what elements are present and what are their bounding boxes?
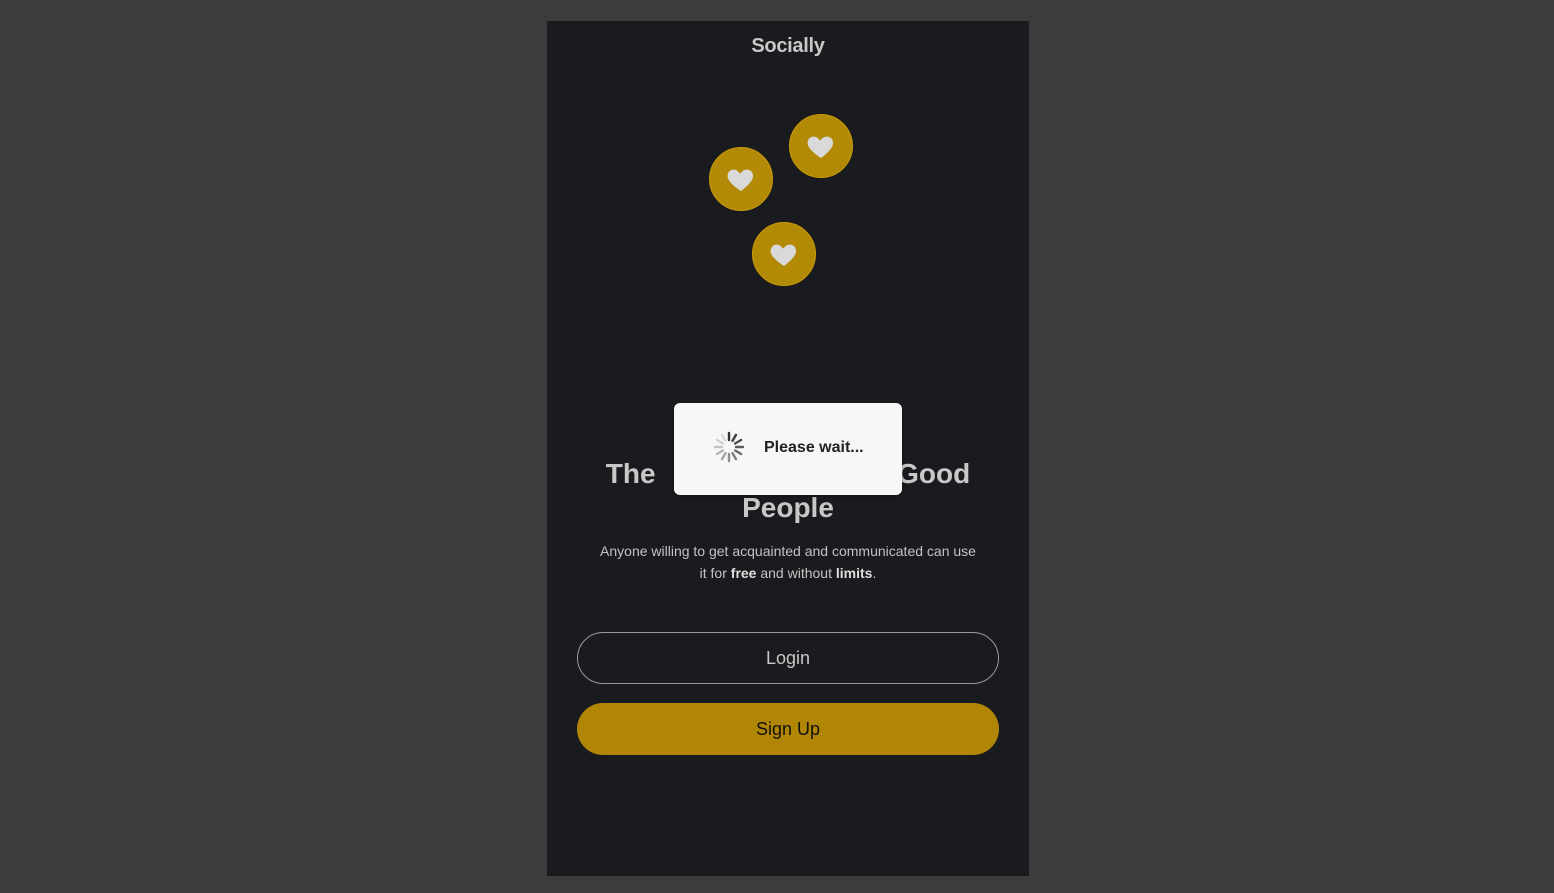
heart-icon: [727, 169, 754, 191]
loading-dialog: Please wait...: [674, 403, 902, 495]
heart-bubble: [752, 222, 816, 286]
headline-end: Good: [897, 458, 971, 489]
subtitle-free: free: [730, 565, 757, 581]
login-button-label: Login: [765, 647, 811, 668]
heart-bubble: [789, 114, 853, 178]
subtitle-text: and without: [756, 565, 836, 581]
heart-icon: [807, 136, 834, 158]
subtitle-text: .: [872, 565, 877, 581]
page-subtitle: Anyone willing to get acquainted and com…: [597, 540, 979, 584]
heart-bubble: [709, 147, 773, 211]
loading-message: Please wait...: [764, 439, 864, 456]
heart-icon: [770, 244, 797, 266]
headline-start: The: [605, 458, 656, 489]
login-button[interactable]: Login: [577, 632, 999, 684]
signup-button-label: Sign Up: [755, 718, 821, 739]
subtitle-limits: limits: [835, 565, 873, 581]
headline-line2: People: [742, 492, 834, 523]
spinner-icon: [713, 431, 745, 463]
signup-button[interactable]: Sign Up: [577, 703, 999, 755]
app-title: Socially: [751, 35, 825, 57]
